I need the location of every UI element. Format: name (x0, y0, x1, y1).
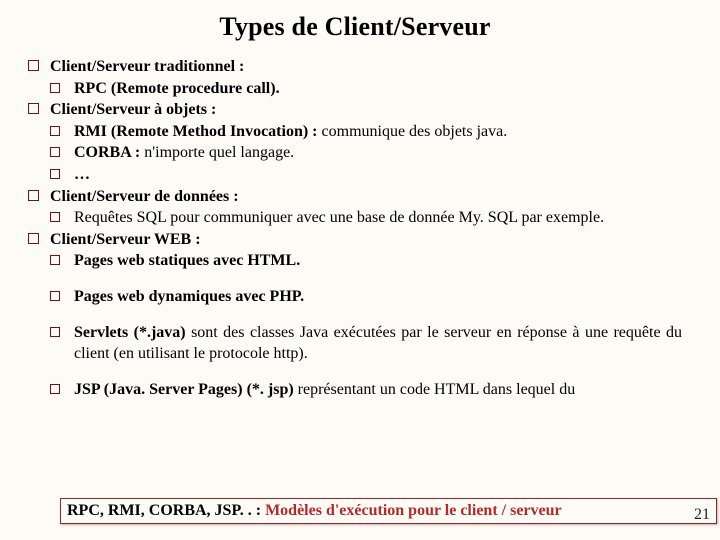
footer-callout: RPC, RMI, CORBA, JSP. . : Modèles d'exéc… (60, 498, 717, 524)
subitem-bold: JSP (Java. Server Pages) (*. jsp) (74, 381, 294, 398)
subitem-text: RPC (Remote procedure call). (74, 80, 280, 97)
item-head: Client/Serveur traditionnel : (50, 58, 244, 75)
subitem-text: communique des objets java. (318, 123, 508, 140)
subitem-text: représentant un code HTML dans lequel du (294, 381, 576, 398)
page-number: 21 (694, 506, 710, 524)
item-objets: Client/Serveur à objets : RMI (Remote Me… (28, 99, 682, 185)
subitem-servlets: Servlets (*.java) sont des classes Java … (50, 322, 682, 365)
spacer (50, 272, 682, 286)
subitem-static: Pages web statiques avec HTML. (50, 250, 682, 272)
slide: Types de Client/Serveur Client/Serveur t… (0, 0, 720, 540)
subitem-bold: RMI (Remote Method Invocation) : (74, 123, 318, 140)
subitem-rmi: RMI (Remote Method Invocation) : communi… (50, 121, 682, 143)
slide-title: Types de Client/Serveur (28, 12, 682, 42)
subitem-text: n'importe quel langage. (140, 144, 294, 161)
subitem-dots: … (50, 164, 682, 186)
subitem-sql: Requêtes SQL pour communiquer avec une b… (50, 207, 682, 229)
subitem-corba: CORBA : n'importe quel langage. (50, 142, 682, 164)
subitem-text: … (74, 166, 90, 183)
footer-plain: RPC, RMI, CORBA, JSP. . : (67, 502, 265, 519)
subitem-text: Pages web statiques avec HTML. (74, 252, 300, 269)
item-head: Client/Serveur WEB : (50, 231, 201, 248)
item-traditionnel: Client/Serveur traditionnel : RPC (Remot… (28, 56, 682, 99)
subitem-jsp: JSP (Java. Server Pages) (*. jsp) représ… (50, 379, 682, 401)
subitem-bold: CORBA : (74, 144, 140, 161)
item-donnees: Client/Serveur de données : Requêtes SQL… (28, 186, 682, 229)
footer-accent: Modèles d'exécution pour le client / ser… (265, 502, 562, 519)
spacer (50, 308, 682, 322)
subitem-text: Requêtes SQL pour communiquer avec une b… (74, 209, 604, 226)
item-head: Client/Serveur de données : (50, 188, 239, 205)
subitem-bold: Servlets (*.java) (74, 324, 186, 341)
subitem-rpc: RPC (Remote procedure call). (50, 78, 682, 100)
main-list: Client/Serveur traditionnel : RPC (Remot… (28, 56, 682, 400)
subitem-dynamic: Pages web dynamiques avec PHP. (50, 286, 682, 308)
item-web: Client/Serveur WEB : Pages web statiques… (28, 229, 682, 401)
subitem-text: Pages web dynamiques avec PHP. (74, 288, 304, 305)
spacer (50, 365, 682, 379)
item-head: Client/Serveur à objets : (50, 101, 216, 118)
